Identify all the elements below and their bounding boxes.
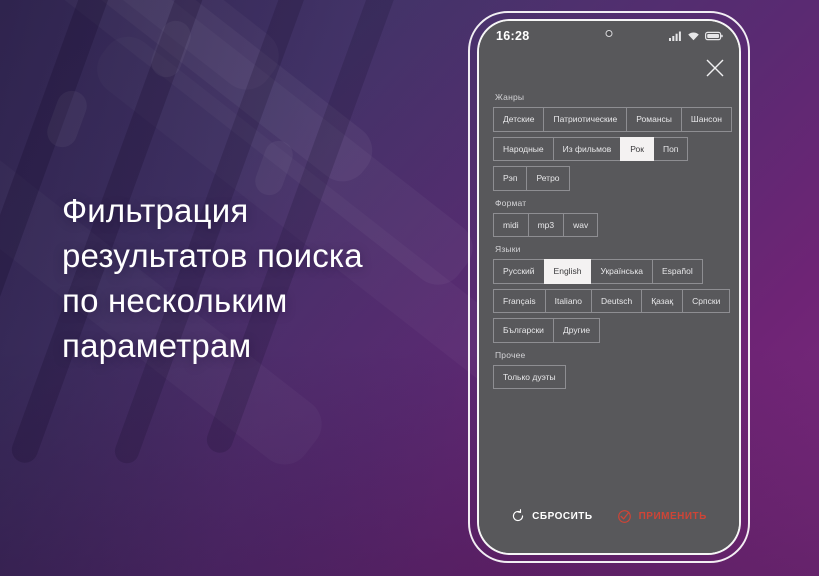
reset-button[interactable]: СБРОСИТЬ bbox=[511, 509, 592, 523]
check-circle-icon bbox=[617, 509, 631, 523]
filter-chip[interactable]: Поп bbox=[652, 136, 689, 161]
filter-sections: Жанры Детские Патриотические Романсы Шан… bbox=[479, 85, 739, 485]
phone-screen: 16:28 Жанры Детские Патриотические Роман… bbox=[479, 21, 739, 553]
phone-device: 16:28 Жанры Детские Патриотические Роман… bbox=[477, 19, 741, 555]
filter-chip[interactable]: Српски bbox=[682, 288, 731, 313]
chip-row: Только дуэты bbox=[493, 364, 725, 389]
filter-chip[interactable]: Шансон bbox=[680, 107, 732, 132]
filter-chip[interactable]: Deutsch bbox=[591, 288, 643, 313]
filter-chip[interactable]: Українська bbox=[590, 259, 653, 284]
filter-chip[interactable]: Ретро bbox=[526, 166, 570, 191]
status-icons bbox=[669, 31, 723, 41]
wifi-icon bbox=[688, 32, 699, 41]
filter-chip[interactable]: Из фильмов bbox=[552, 136, 622, 161]
filter-chip-selected[interactable]: English bbox=[543, 259, 592, 284]
filter-chip[interactable]: Народные bbox=[493, 136, 554, 161]
promo-banner: Фильтрация результатов поиска по несколь… bbox=[0, 0, 819, 576]
filter-chip[interactable]: Романсы bbox=[626, 107, 682, 132]
filter-chip[interactable]: Рэп bbox=[493, 166, 528, 191]
filter-chip[interactable]: Français bbox=[493, 288, 546, 313]
section-label-languages: Языки bbox=[495, 244, 521, 254]
battery-icon bbox=[705, 31, 723, 41]
apply-label: ПРИМЕНИТЬ bbox=[638, 510, 707, 522]
filter-chip[interactable]: midi bbox=[493, 212, 529, 237]
filter-chip[interactable]: Только дуэты bbox=[493, 364, 566, 389]
signal-bars-icon bbox=[669, 31, 681, 41]
filter-chip[interactable]: Русский bbox=[493, 259, 545, 284]
page-title: Фильтрация результатов поиска по несколь… bbox=[62, 192, 363, 364]
filter-chip[interactable]: wav bbox=[563, 212, 599, 237]
chip-row: Народные Из фильмов Рок Поп bbox=[493, 136, 725, 161]
chip-row: Български Другие bbox=[493, 318, 725, 343]
filter-chip-selected[interactable]: Рок bbox=[620, 136, 654, 161]
chip-row: Français Italiano Deutsch Қазақ Српски bbox=[493, 288, 731, 313]
front-camera-icon bbox=[605, 30, 613, 37]
section-label-other: Прочее bbox=[495, 349, 526, 360]
status-bar: 16:28 bbox=[479, 21, 739, 51]
filter-chip[interactable]: Детские bbox=[493, 107, 545, 132]
chip-row: Русский English Українська Español bbox=[493, 259, 725, 284]
refresh-icon bbox=[513, 509, 524, 522]
filter-chip[interactable]: Български bbox=[493, 318, 554, 343]
chip-row: Детские Патриотические Романсы Шансон bbox=[493, 107, 732, 132]
chip-row: Рэп Ретро bbox=[493, 166, 725, 191]
reset-label: СБРОСИТЬ bbox=[532, 510, 593, 522]
status-time: 16:28 bbox=[496, 29, 530, 43]
close-row bbox=[479, 51, 739, 85]
filter-chip[interactable]: Другие bbox=[552, 318, 601, 343]
action-bar: СБРОСИТЬ ПРИМЕНИТЬ bbox=[479, 485, 739, 553]
filter-chip[interactable]: mp3 bbox=[527, 212, 565, 237]
chip-row: midi mp3 wav bbox=[493, 212, 725, 237]
apply-button[interactable]: ПРИМЕНИТЬ bbox=[617, 509, 707, 524]
close-icon[interactable] bbox=[704, 57, 726, 79]
section-label-format: Формат bbox=[495, 197, 527, 208]
filter-chip[interactable]: Қазақ bbox=[641, 288, 684, 313]
filter-chip[interactable]: Патриотические bbox=[543, 107, 628, 132]
section-label-genres: Жанры bbox=[495, 92, 525, 102]
filter-chip[interactable]: Español bbox=[652, 259, 703, 284]
filter-chip[interactable]: Italiano bbox=[544, 288, 593, 313]
